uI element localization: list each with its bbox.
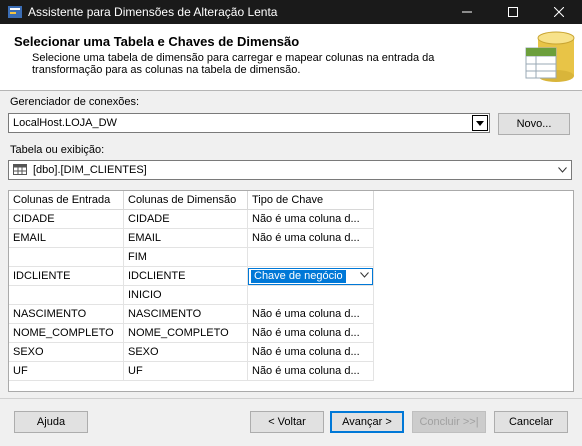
input-column-cell[interactable]: NASCIMENTO (9, 304, 124, 324)
table-row[interactable]: UF UF Não é uma coluna d... (9, 361, 374, 381)
chevron-down-icon (558, 167, 567, 173)
table-value: [dbo].[DIM_CLIENTES] (33, 164, 147, 176)
maximize-icon (508, 7, 518, 17)
window-title: Assistente para Dimensões de Alteração L… (28, 5, 278, 19)
dimension-column-cell[interactable]: EMAIL (123, 228, 248, 248)
key-mapping-grid[interactable]: Colunas de Entrada Colunas de Dimensão T… (8, 190, 574, 392)
table-row[interactable]: FIM (9, 247, 374, 267)
column-header-key-type[interactable]: Tipo de Chave (247, 191, 374, 210)
back-button[interactable]: < Voltar (250, 411, 324, 433)
wizard-header: Selecionar uma Tabela e Chaves de Dimens… (0, 24, 582, 91)
key-type-cell[interactable]: Não é uma coluna d... (247, 209, 374, 229)
input-column-cell[interactable]: UF (9, 361, 124, 381)
maximize-button[interactable] (490, 0, 536, 24)
input-column-cell[interactable]: IDCLIENTE (9, 266, 124, 286)
connection-select[interactable]: LocalHost.LOJA_DW (8, 113, 490, 133)
close-icon (554, 7, 564, 17)
page-description: Selecione uma tabela de dimensão para ca… (32, 52, 435, 76)
dimension-column-cell[interactable]: NASCIMENTO (123, 304, 248, 324)
connection-label: Gerenciador de conexões: (10, 96, 140, 108)
dimension-column-cell[interactable]: FIM (123, 247, 248, 267)
table-row[interactable]: IDCLIENTE IDCLIENTE Chave de negócio (9, 266, 374, 286)
input-column-cell[interactable]: NOME_COMPLETO (9, 323, 124, 343)
key-type-cell[interactable]: Não é uma coluna d... (247, 323, 374, 343)
table-row[interactable]: NOME_COMPLETO NOME_COMPLETO Não é uma co… (9, 323, 374, 343)
input-column-cell[interactable]: SEXO (9, 342, 124, 362)
cancel-button[interactable]: Cancelar (494, 411, 568, 433)
table-row[interactable]: INICIO (9, 285, 374, 305)
window-titlebar[interactable]: Assistente para Dimensões de Alteração L… (0, 0, 582, 24)
table-row[interactable]: SEXO SEXO Não é uma coluna d... (9, 342, 374, 362)
chevron-down-icon (360, 271, 369, 278)
dimension-column-cell[interactable]: CIDADE (123, 209, 248, 229)
minimize-icon (462, 11, 472, 13)
key-type-cell[interactable]: Não é uma coluna d... (247, 304, 374, 324)
table-label: Tabela ou exibição: (10, 144, 105, 156)
dimension-column-cell[interactable]: IDCLIENTE (123, 266, 248, 286)
table-icon (13, 164, 27, 175)
key-type-cell[interactable]: Não é uma coluna d... (247, 228, 374, 248)
finish-button[interactable]: Concluir >>| (412, 411, 486, 433)
app-icon (8, 6, 22, 18)
caret-down-icon (476, 120, 484, 126)
key-type-cell[interactable]: Não é uma coluna d... (247, 361, 374, 381)
key-type-dropdown[interactable]: Chave de negócio (248, 267, 373, 285)
next-button[interactable]: Avançar > (330, 411, 404, 433)
close-button[interactable] (536, 0, 582, 24)
column-header-input[interactable]: Colunas de Entrada (9, 191, 124, 210)
page-title: Selecionar uma Tabela e Chaves de Dimens… (14, 34, 300, 49)
dimension-column-cell[interactable]: NOME_COMPLETO (123, 323, 248, 343)
table-select[interactable]: [dbo].[DIM_CLIENTES] (8, 160, 572, 180)
column-header-dimension[interactable]: Colunas de Dimensão (123, 191, 248, 210)
dimension-table-icon (525, 31, 575, 82)
connection-value: LocalHost.LOJA_DW (13, 117, 117, 129)
table-row[interactable]: EMAIL EMAIL Não é uma coluna d... (9, 228, 374, 248)
input-column-cell[interactable] (9, 247, 124, 267)
key-type-cell[interactable] (247, 247, 374, 267)
new-connection-button[interactable]: Novo... (498, 113, 570, 135)
key-type-cell[interactable] (247, 285, 374, 305)
key-type-selected-value: Chave de negócio (251, 269, 346, 283)
help-button[interactable]: Ajuda (14, 411, 88, 433)
key-type-cell[interactable]: Não é uma coluna d... (247, 342, 374, 362)
key-type-cell-editing[interactable]: Chave de negócio (247, 266, 374, 286)
dimension-column-cell[interactable]: SEXO (123, 342, 248, 362)
table-row[interactable]: CIDADE CIDADE Não é uma coluna d... (9, 209, 374, 229)
table-row[interactable]: NASCIMENTO NASCIMENTO Não é uma coluna d… (9, 304, 374, 324)
dropdown-arrow-button[interactable] (472, 115, 488, 131)
dimension-column-cell[interactable]: UF (123, 361, 248, 381)
input-column-cell[interactable]: EMAIL (9, 228, 124, 248)
dimension-column-cell[interactable]: INICIO (123, 285, 248, 305)
input-column-cell[interactable] (9, 285, 124, 305)
input-column-cell[interactable]: CIDADE (9, 209, 124, 229)
minimize-button[interactable] (444, 0, 490, 24)
